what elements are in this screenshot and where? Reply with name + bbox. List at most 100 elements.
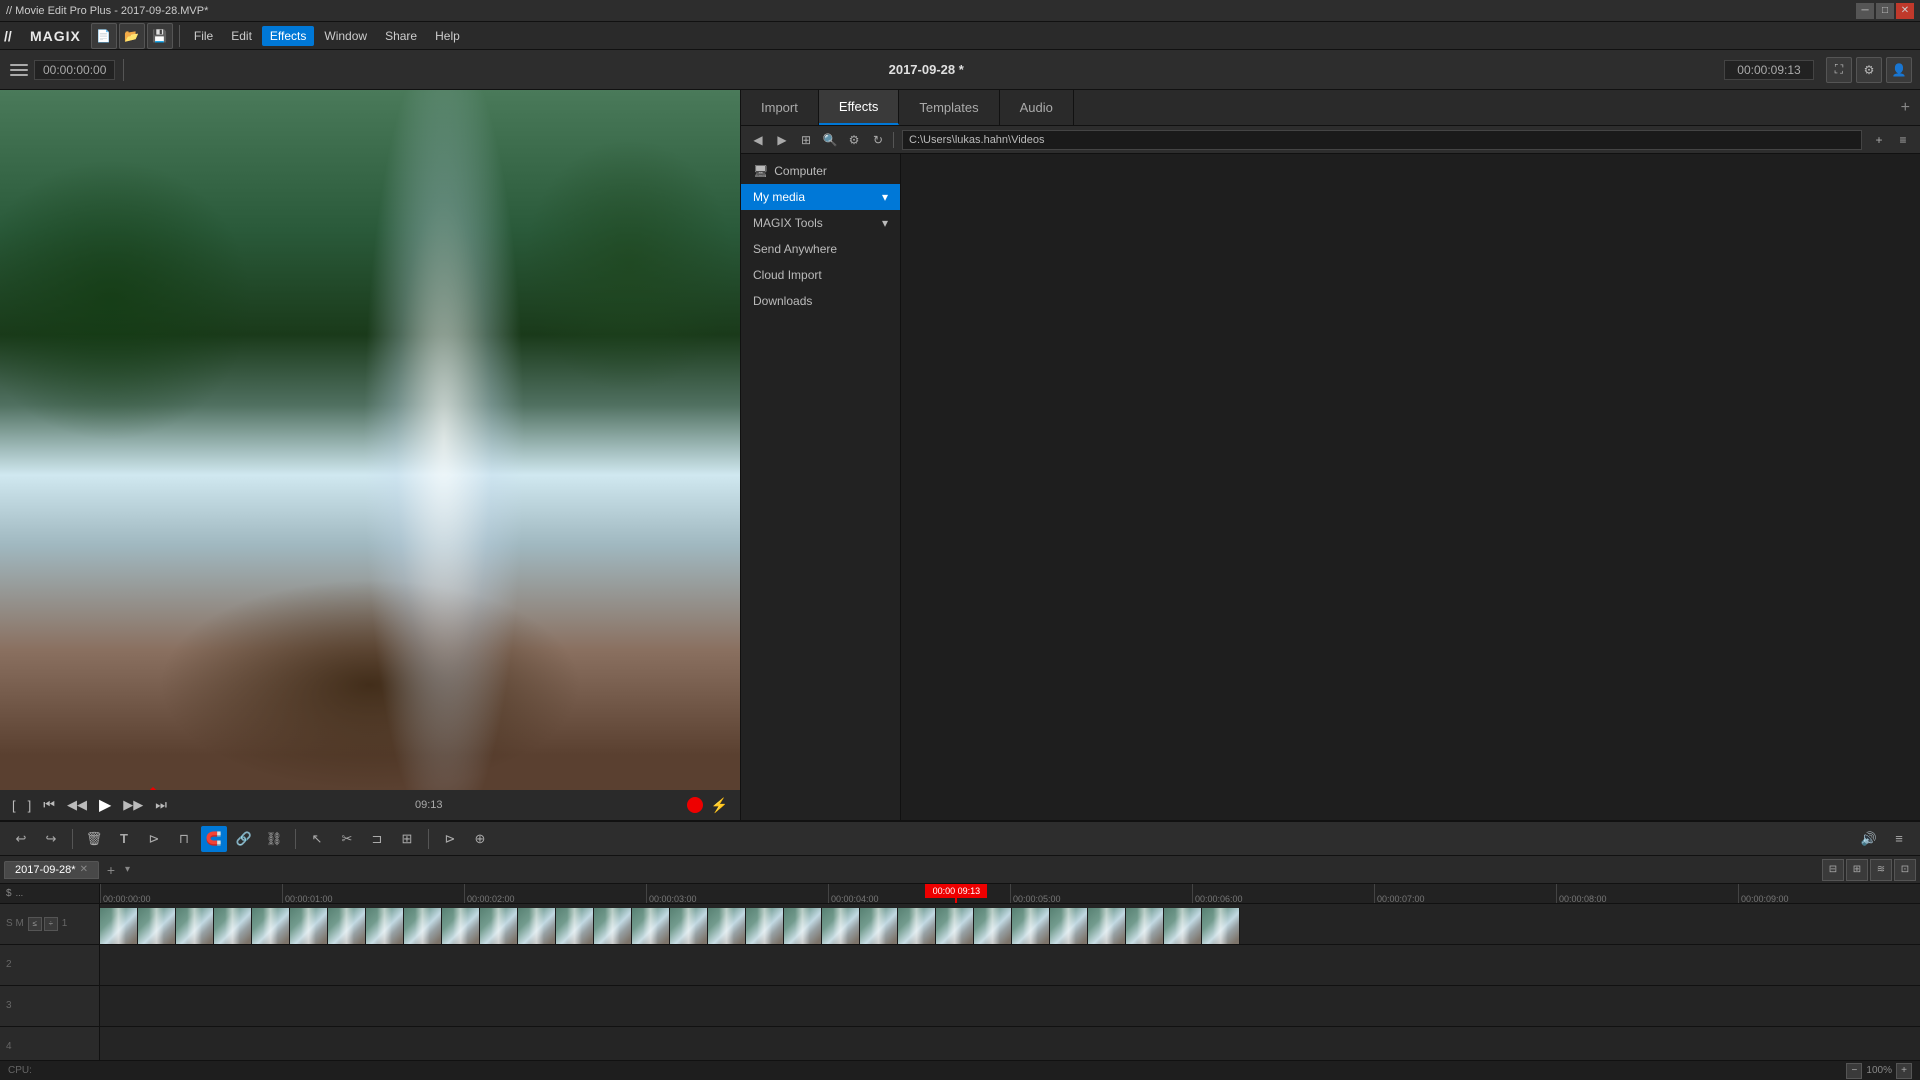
sidebar-item-downloads[interactable]: Downloads xyxy=(741,288,900,314)
add-project-tab-button[interactable]: + xyxy=(101,860,121,880)
hamburger-button[interactable] xyxy=(8,59,30,81)
menu-item-help[interactable]: Help xyxy=(427,26,468,46)
cut-tool-button[interactable]: ✂ xyxy=(334,826,360,852)
redo-button[interactable]: ↪ xyxy=(38,826,64,852)
track-num-1: S M xyxy=(6,918,24,929)
track-solo-1[interactable]: ÷ xyxy=(44,917,58,931)
fx-button[interactable]: ⚡ xyxy=(707,795,732,816)
tab-add-button[interactable]: + xyxy=(1891,90,1920,125)
maximize-button[interactable]: □ xyxy=(1876,3,1894,19)
track-index-2: 2 xyxy=(6,959,18,970)
strip-frame xyxy=(290,908,328,945)
strip-frame xyxy=(898,908,936,945)
sidebar-item-cloud-import[interactable]: Cloud Import xyxy=(741,262,900,288)
browser-search-button[interactable]: 🔍 xyxy=(819,129,841,151)
next-keyframe-button[interactable]: ⏭ xyxy=(151,795,171,815)
menu-item-share[interactable]: Share xyxy=(377,26,425,46)
tl-sep-3 xyxy=(428,829,429,849)
close-button[interactable]: ✕ xyxy=(1896,3,1914,19)
zoom-plus-button[interactable]: + xyxy=(1896,1063,1912,1079)
sidebar-item-send-anywhere[interactable]: Send Anywhere xyxy=(741,236,900,262)
track-row-3[interactable] xyxy=(100,986,1920,1027)
menu-item-effects[interactable]: Effects xyxy=(262,26,314,46)
menu-item-edit[interactable]: Edit xyxy=(223,26,260,46)
split-button[interactable]: ⊓ xyxy=(171,826,197,852)
volume-button[interactable]: 🔊 xyxy=(1856,826,1882,852)
strip-frame xyxy=(1202,908,1240,945)
bracket-start-button[interactable]: [ xyxy=(8,796,20,815)
tabs-bar: Import Effects Templates Audio + xyxy=(741,90,1920,126)
tab-templates[interactable]: Templates xyxy=(899,90,999,125)
file-path-bar[interactable]: C:\Users\lukas.hahn\Videos xyxy=(902,130,1862,150)
strip-frame xyxy=(442,908,480,945)
single-track-view-button[interactable]: ⊟ xyxy=(1822,859,1844,881)
browser-forward-button[interactable]: ▶ xyxy=(771,129,793,151)
prev-frame-button[interactable]: ◀◀ xyxy=(63,795,91,815)
link-button[interactable]: 🔗 xyxy=(231,826,257,852)
tab-effects[interactable]: Effects xyxy=(819,90,900,125)
text-button[interactable]: T xyxy=(111,826,137,852)
marker-button[interactable]: ⊳ xyxy=(141,826,167,852)
save-btn[interactable]: 💾 xyxy=(147,23,173,49)
browser-toolbar: ◀ ▶ ⊞ 🔍 ⚙ ↻ C:\Users\lukas.hahn\Videos +… xyxy=(741,126,1920,154)
window-title: // Movie Edit Pro Plus - 2017-09-28.MVP* xyxy=(6,5,208,17)
unlink-button[interactable]: ⛓ xyxy=(261,826,287,852)
new-btn[interactable]: 📄 xyxy=(91,23,117,49)
strip-frame xyxy=(176,908,214,945)
insert-button[interactable]: ⊕ xyxy=(467,826,493,852)
next-frame-button[interactable]: ▶▶ xyxy=(119,795,147,815)
prev-keyframe-button[interactable]: ⏮ xyxy=(39,795,59,815)
play-button[interactable]: ▶ xyxy=(95,793,115,817)
project-tab-1[interactable]: 2017-09-28* ✕ xyxy=(4,861,99,879)
trim-button[interactable]: ⊐ xyxy=(364,826,390,852)
timeline-ruler[interactable]: 00:00:09:13 00:00:00:00 00:00:01:00 00:0… xyxy=(100,884,1920,904)
menu-item-file[interactable]: File xyxy=(186,26,221,46)
multi-track-view-button[interactable]: ⊞ xyxy=(1846,859,1868,881)
record-button[interactable] xyxy=(687,797,703,813)
minimize-button[interactable]: ─ xyxy=(1856,3,1874,19)
browser-grid-button[interactable]: ⊞ xyxy=(795,129,817,151)
ruler-tick-2: 00:00:02:00 xyxy=(464,884,515,904)
account-button[interactable]: 👤 xyxy=(1886,57,1912,83)
strip-frame xyxy=(670,908,708,945)
menu-item-window[interactable]: Window xyxy=(316,26,375,46)
track-mute-1[interactable]: ≤ xyxy=(28,917,42,931)
settings-icon-btn[interactable]: ⚙ xyxy=(1856,57,1882,83)
sidebar-item-magix-tools[interactable]: MAGIX Tools ▾ xyxy=(741,210,900,236)
bracket-end-button[interactable]: ] xyxy=(24,796,36,815)
select-button[interactable]: ↖ xyxy=(304,826,330,852)
fullscreen-button[interactable]: ⛶ xyxy=(1826,57,1852,83)
sidebar-item-computer[interactable]: 🖥 Computer xyxy=(741,158,900,184)
sidebar-item-my-media[interactable]: My media ▾ xyxy=(741,184,900,210)
group-button[interactable]: ⊞ xyxy=(394,826,420,852)
project-tab-close[interactable]: ✕ xyxy=(80,864,88,875)
strip-frame xyxy=(594,908,632,945)
delete-button[interactable]: 🗑 xyxy=(81,826,107,852)
zoom-fit-button[interactable]: ⊡ xyxy=(1894,859,1916,881)
browser-refresh-button[interactable]: ↻ xyxy=(867,129,889,151)
playhead[interactable] xyxy=(955,884,957,904)
browser-add-button[interactable]: + xyxy=(1868,129,1890,151)
track-row-2[interactable] xyxy=(100,945,1920,986)
strip-frame xyxy=(100,908,138,945)
open-btn[interactable]: 📂 xyxy=(119,23,145,49)
browser-separator xyxy=(893,132,894,148)
track-row-1[interactable] xyxy=(100,904,1920,945)
project-tab-dropdown-arrow[interactable]: ▾ xyxy=(123,864,132,875)
main-content: [ ] ⏮ ◀◀ ▶ ▶▶ ⏭ 09:13 ⚡ Import Effects T… xyxy=(0,90,1920,820)
magnet-button[interactable]: 🧲 xyxy=(201,826,227,852)
track-content: 00:00:09:13 00:00:00:00 00:00:01:00 00:0… xyxy=(100,884,1920,1068)
browser-view-button[interactable]: ≡ xyxy=(1892,129,1914,151)
waveform-view-button[interactable]: ≋ xyxy=(1870,859,1892,881)
browser-back-button[interactable]: ◀ xyxy=(747,129,769,151)
tab-import[interactable]: Import xyxy=(741,90,819,125)
menu-bar: // MAGIX 📄 📂 💾 File Edit Effects Window … xyxy=(0,22,1920,50)
browser-settings-button[interactable]: ⚙ xyxy=(843,129,865,151)
ruler-tick-6: 00:00:06:00 xyxy=(1192,884,1243,904)
strip-frame xyxy=(1126,908,1164,945)
ripple-button[interactable]: ⊳ xyxy=(437,826,463,852)
zoom-minus-button[interactable]: − xyxy=(1846,1063,1862,1079)
undo-button[interactable]: ↩ xyxy=(8,826,34,852)
multitrack-button[interactable]: ≡ xyxy=(1886,826,1912,852)
tab-audio[interactable]: Audio xyxy=(1000,90,1074,125)
